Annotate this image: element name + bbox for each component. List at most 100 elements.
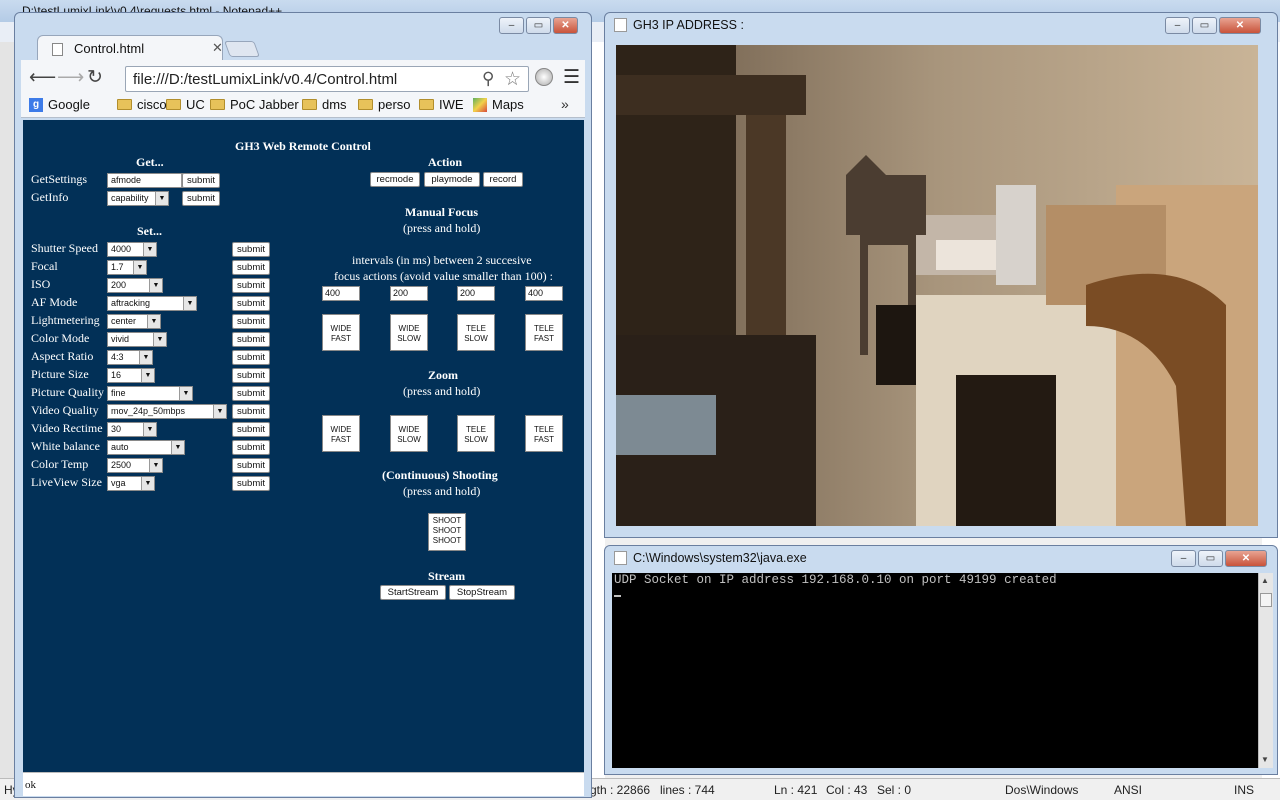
start-stream-button[interactable]: StartStream <box>380 585 446 600</box>
submit-button[interactable]: submit <box>232 476 270 491</box>
value-select[interactable]: 30 ▼ <box>107 422 157 437</box>
scroll-down-icon[interactable]: ▼ <box>1261 755 1269 764</box>
forward-icon[interactable]: ⟶ <box>57 66 84 89</box>
menu-icon[interactable]: ☰ <box>563 66 580 89</box>
chevron-down-icon[interactable]: ▼ <box>153 333 166 346</box>
chevron-down-icon[interactable]: ▼ <box>139 351 152 364</box>
chevron-down-icon[interactable]: ▼ <box>183 297 196 310</box>
close-button[interactable]: ✕ <box>553 17 578 34</box>
maximize-button[interactable]: ▭ <box>1192 17 1217 34</box>
close-button[interactable]: ✕ <box>1219 17 1261 34</box>
submit-button[interactable]: submit <box>232 278 270 293</box>
value-select[interactable]: center ▼ <box>107 314 161 329</box>
bookmark-google[interactable]: g Google <box>29 97 90 112</box>
interval-wide-fast-input[interactable]: 400 <box>322 286 360 301</box>
submit-button[interactable]: submit <box>182 173 220 188</box>
maximize-button[interactable]: ▭ <box>526 17 551 34</box>
minimize-button[interactable]: – <box>499 17 524 34</box>
bookmark-perso[interactable]: perso <box>358 97 411 112</box>
submit-button[interactable]: submit <box>232 332 270 347</box>
value-select[interactable]: 16 ▼ <box>107 368 155 383</box>
playmode-button[interactable]: playmode <box>424 172 480 187</box>
focus-wide-slow-button[interactable]: WIDE SLOW <box>390 314 428 351</box>
chevron-down-icon[interactable]: ▼ <box>141 477 154 490</box>
chevron-down-icon[interactable]: ▼ <box>149 279 162 292</box>
submit-button[interactable]: submit <box>232 458 270 473</box>
bookmark-poc-jabber[interactable]: PoC Jabber <box>210 97 299 112</box>
bookmark-dms[interactable]: dms <box>302 97 347 112</box>
reload-icon[interactable]: ↻ <box>87 66 103 89</box>
value-select[interactable]: vga ▼ <box>107 476 155 491</box>
chevron-down-icon[interactable]: ▼ <box>155 192 168 205</box>
interval-tele-fast-input[interactable]: 400 <box>525 286 563 301</box>
tab-close-icon[interactable]: ✕ <box>212 40 223 56</box>
submit-button[interactable]: submit <box>232 368 270 383</box>
value-select[interactable]: auto ▼ <box>107 440 185 455</box>
chevron-down-icon[interactable]: ▼ <box>133 261 146 274</box>
focus-wide-fast-button[interactable]: WIDE FAST <box>322 314 360 351</box>
console-scrollbar[interactable]: ▲ ▼ <box>1258 573 1273 768</box>
zoom-tele-fast-button[interactable]: TELE FAST <box>525 415 563 452</box>
minimize-button[interactable]: – <box>1171 550 1196 567</box>
record-button[interactable]: record <box>483 172 523 187</box>
zoom-tele-slow-button[interactable]: TELE SLOW <box>457 415 495 452</box>
shoot-button[interactable]: SHOOT SHOOT SHOOT <box>428 513 466 551</box>
submit-button[interactable]: submit <box>232 422 270 437</box>
value-select[interactable]: 4000 ▼ <box>107 242 157 257</box>
value-select[interactable]: fine ▼ <box>107 386 193 401</box>
submit-button[interactable]: submit <box>232 242 270 257</box>
bookmarks-overflow-icon[interactable]: » <box>561 96 569 112</box>
submit-button[interactable]: submit <box>232 440 270 455</box>
submit-button[interactable]: submit <box>232 296 270 311</box>
recmode-button[interactable]: recmode <box>370 172 420 187</box>
chevron-down-icon[interactable]: ▼ <box>171 441 184 454</box>
tab-control[interactable]: Control.html ✕ <box>37 35 223 61</box>
chevron-down-icon[interactable]: ▼ <box>149 459 162 472</box>
chevron-down-icon[interactable]: ▼ <box>143 243 156 256</box>
bookmark-cisco[interactable]: cisco <box>117 97 167 112</box>
chevron-down-icon[interactable]: ▼ <box>141 369 154 382</box>
close-button[interactable]: ✕ <box>1225 550 1267 567</box>
zoom-wide-slow-button[interactable]: WIDE SLOW <box>390 415 428 452</box>
minimize-button[interactable]: – <box>1165 17 1190 34</box>
stop-stream-button[interactable]: StopStream <box>449 585 515 600</box>
bookmark-maps[interactable]: Maps <box>473 97 524 112</box>
back-icon[interactable]: ⟵ <box>29 66 56 89</box>
extension-icon[interactable] <box>535 68 553 86</box>
submit-button[interactable]: submit <box>232 386 270 401</box>
submit-button[interactable]: submit <box>182 191 220 206</box>
console-output[interactable]: UDP Socket on IP address 192.168.0.10 on… <box>612 573 1258 768</box>
scroll-up-icon[interactable]: ▲ <box>1261 576 1269 585</box>
chevron-down-icon[interactable]: ▼ <box>143 423 156 436</box>
submit-button[interactable]: submit <box>232 260 270 275</box>
interval-tele-slow-input[interactable]: 200 <box>457 286 495 301</box>
value-select[interactable]: 200 ▼ <box>107 278 163 293</box>
chevron-down-icon[interactable]: ▼ <box>147 315 160 328</box>
chevron-down-icon[interactable]: ▼ <box>213 405 226 418</box>
search-icon[interactable]: ⚲ <box>482 69 494 89</box>
maximize-button[interactable]: ▭ <box>1198 550 1223 567</box>
url-text[interactable]: file:///D:/testLumixLink/v0.4/Control.ht… <box>133 71 397 88</box>
submit-button[interactable]: submit <box>232 314 270 329</box>
value-select[interactable]: aftracking ▼ <box>107 296 197 311</box>
value-select[interactable]: mov_24p_50mbps ▼ <box>107 404 227 419</box>
chevron-down-icon[interactable]: ▼ <box>179 387 192 400</box>
star-icon[interactable]: ☆ <box>504 68 521 91</box>
zoom-wide-fast-button[interactable]: WIDE FAST <box>322 415 360 452</box>
focus-tele-fast-button[interactable]: TELE FAST <box>525 314 563 351</box>
value-select[interactable]: vivid ▼ <box>107 332 167 347</box>
address-bar[interactable]: file:///D:/testLumixLink/v0.4/Control.ht… <box>125 66 529 92</box>
new-tab-button[interactable] <box>224 41 260 57</box>
value-select[interactable]: 2500 ▼ <box>107 458 163 473</box>
bookmark-uc[interactable]: UC <box>166 97 205 112</box>
bookmark-iwe[interactable]: IWE <box>419 97 464 112</box>
value-select[interactable]: capability ▼ <box>107 191 169 206</box>
focus-tele-slow-button[interactable]: TELE SLOW <box>457 314 495 351</box>
scroll-thumb[interactable] <box>1260 593 1272 607</box>
submit-button[interactable]: submit <box>232 350 270 365</box>
select-value: 2500 <box>111 460 132 470</box>
value-select[interactable]: 1.7 ▼ <box>107 260 147 275</box>
submit-button[interactable]: submit <box>232 404 270 419</box>
value-select[interactable]: 4:3 ▼ <box>107 350 153 365</box>
interval-wide-slow-input[interactable]: 200 <box>390 286 428 301</box>
